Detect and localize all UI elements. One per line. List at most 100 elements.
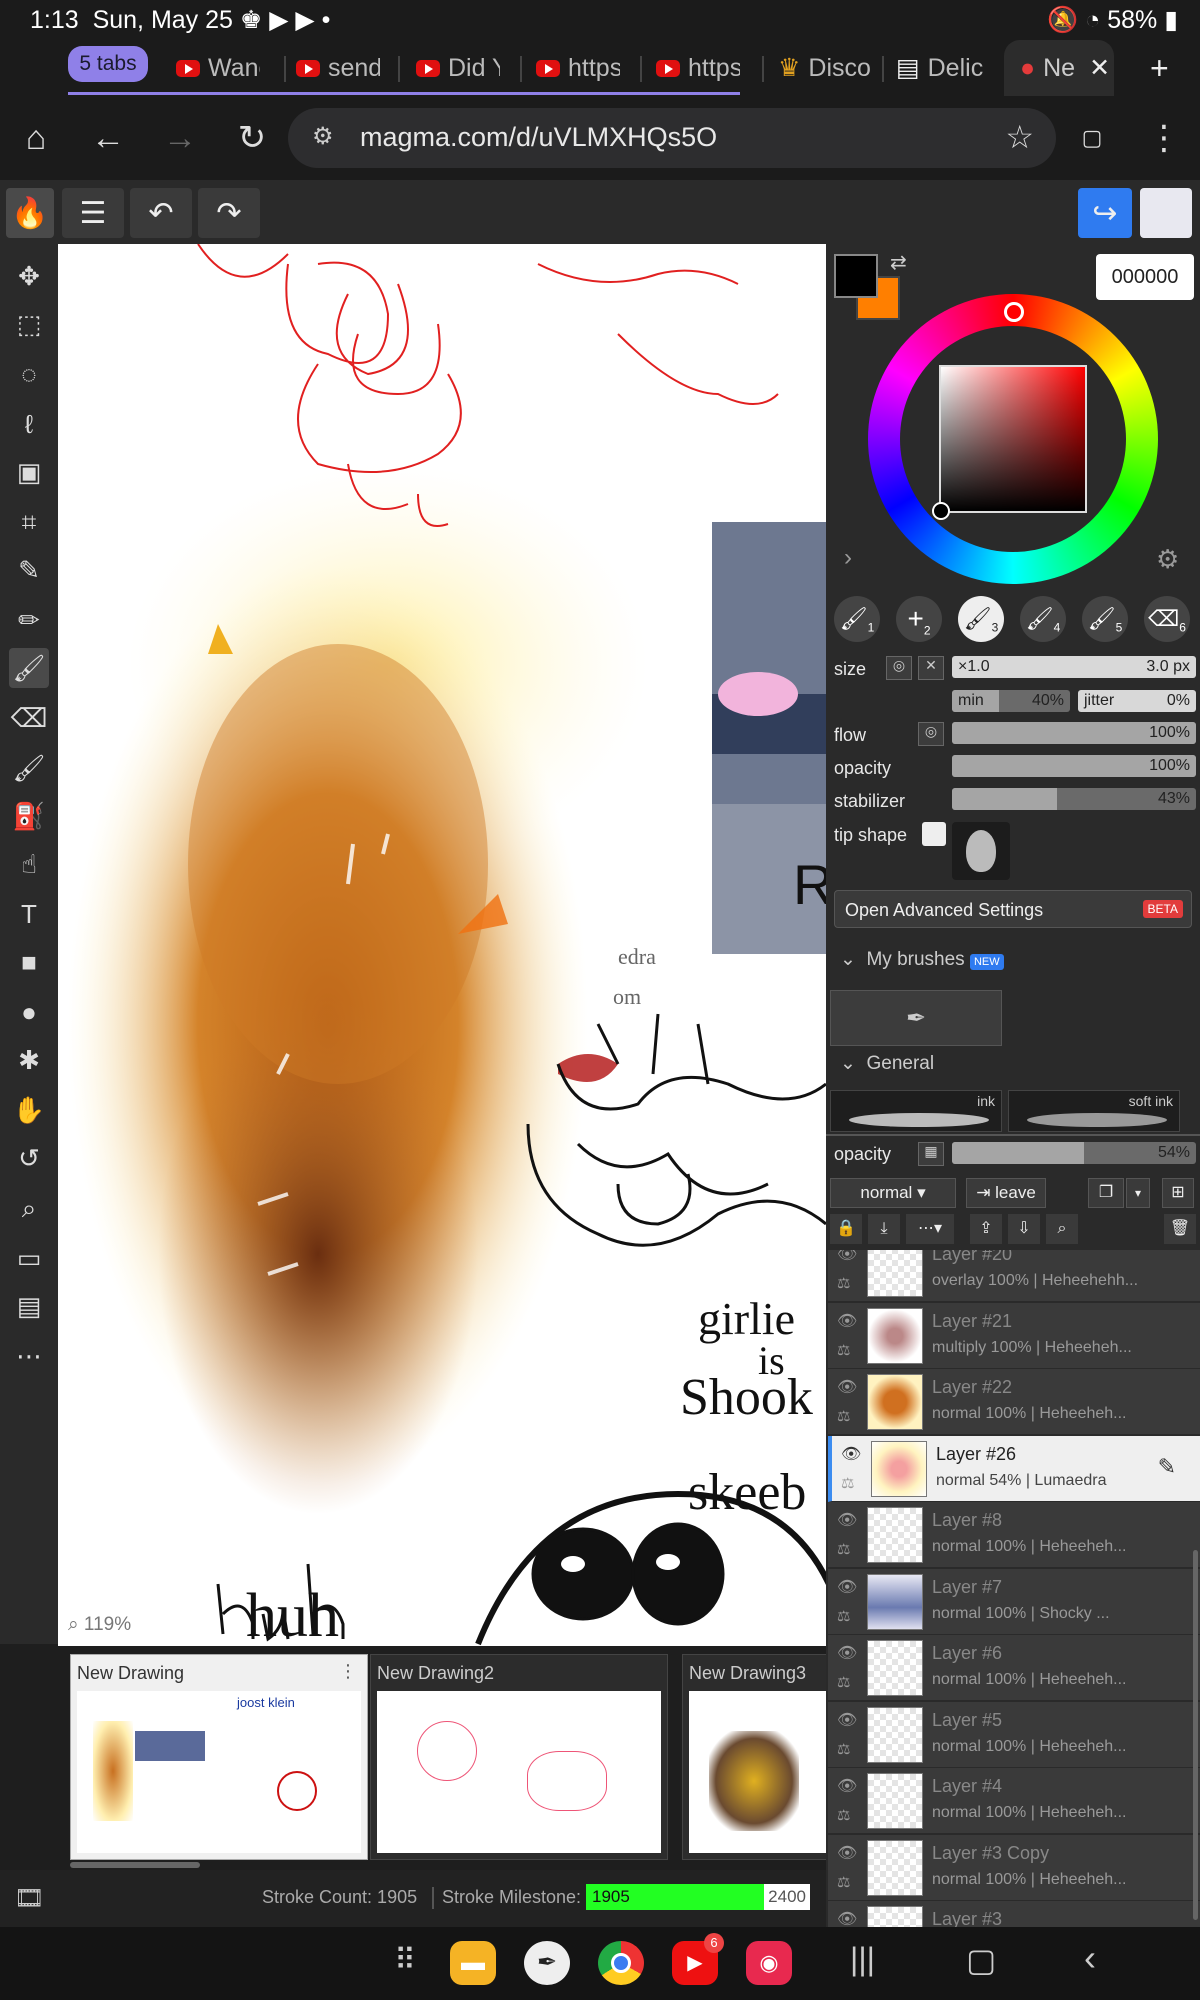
move-tool-icon[interactable]: ✥ [9, 256, 49, 296]
close-tab-icon[interactable]: ✕ [1089, 53, 1110, 83]
blend-mode-select[interactable]: normal ▾ [830, 1178, 956, 1208]
recents-icon[interactable]: ||| [850, 1941, 875, 1978]
layer-opacity-slider[interactable]: 54% [952, 1142, 1196, 1164]
site-settings-icon[interactable]: ⚙ [312, 122, 334, 151]
lock-icon[interactable]: 🔒 [830, 1214, 862, 1244]
size-close-icon[interactable]: ✕ [918, 656, 944, 680]
visibility-eye-icon[interactable]: 👁 [837, 1710, 857, 1730]
back-icon[interactable]: ← [88, 118, 128, 158]
brush-preset-3-active[interactable]: 🖌3 [958, 596, 1004, 642]
size-pressure-icon[interactable]: ◎ [886, 656, 912, 680]
layer-more-icon[interactable]: ⋯▾ [906, 1214, 954, 1244]
url-box[interactable]: ⚙ magma.com/d/uVLMXHQs5O ☆ [288, 108, 1056, 168]
edit-layer-icon[interactable]: ✎ [1158, 1454, 1176, 1480]
tab-7[interactable]: ▤ Delic [896, 48, 988, 88]
brush-preset-1[interactable]: 🖌1 [834, 596, 880, 642]
bookmark-star-icon[interactable]: ☆ [1005, 118, 1034, 156]
layer-row[interactable]: 👁 ⚖ Layer #5 normal 100% | Heheeheh... [828, 1701, 1200, 1768]
share-button[interactable]: ↪ [1078, 188, 1132, 238]
layer-search-icon[interactable]: ⌕ [1046, 1214, 1078, 1244]
merge-down-icon[interactable]: ⤓ [868, 1214, 900, 1244]
color-handle[interactable] [932, 502, 950, 520]
visibility-eye-icon[interactable]: 👁 [837, 1250, 857, 1264]
magma-logo-button[interactable]: 🔥 [6, 188, 54, 238]
size-slider[interactable]: ×1.0 3.0 px [952, 656, 1196, 678]
zoom-indicator[interactable]: ⌕ 119% [68, 1614, 131, 1636]
jitter-slider[interactable]: jitter 0% [1078, 690, 1196, 712]
camera-app-icon[interactable]: ◉ [746, 1941, 792, 1985]
layer-row[interactable]: 👁 ⚖ Layer #7 normal 100% | Shocky ... [828, 1568, 1200, 1635]
general-header[interactable]: ⌄ General [840, 1052, 934, 1075]
text-tool-icon[interactable]: T [9, 894, 49, 934]
zoom-icon[interactable]: ⌕ [9, 1188, 49, 1228]
eraser-icon[interactable]: ⌫ [9, 698, 49, 738]
tab-2[interactable]: send [296, 48, 380, 88]
feather-app-icon[interactable]: ✒ [524, 1941, 570, 1985]
brush-soft-ink[interactable]: soft ink [1008, 1090, 1180, 1132]
bucket-icon[interactable]: ⛽ [9, 796, 49, 836]
brush-ink[interactable]: ink [830, 1090, 1002, 1132]
drawing-canvas[interactable]: R edra om girlie is Shook skeeb huh ⌕ 11… [58, 244, 826, 1646]
tab-5[interactable]: https [656, 48, 740, 88]
visibility-eye-icon[interactable]: 👁 [837, 1643, 857, 1663]
advanced-settings-button[interactable]: Open Advanced Settings BETA [834, 890, 1192, 928]
eyedropper-icon[interactable]: ✎ [9, 550, 49, 590]
export-icon[interactable]: ⇩ [1008, 1214, 1040, 1244]
layer-row[interactable]: 👁 ⚖ Layer #26 normal 54% | Lumaedra ✎ [828, 1435, 1200, 1502]
ellipse-select-icon[interactable]: ◌ [9, 354, 49, 394]
lasso-icon[interactable]: ℓ [9, 404, 49, 444]
menu-button[interactable]: ☰ [62, 188, 124, 238]
primary-color-swatch[interactable] [834, 254, 878, 298]
gradient-icon[interactable]: ▤ [9, 1286, 49, 1326]
url-text[interactable]: magma.com/d/uVLMXHQs5O [360, 122, 717, 153]
alpha-lock-icon[interactable]: ▦ [918, 1142, 944, 1166]
doc-tab-1[interactable]: New Drawing ⋮ joost klein [70, 1654, 368, 1860]
flow-slider[interactable]: 100% [952, 722, 1196, 744]
reload-icon[interactable]: ↻ [232, 118, 272, 158]
rotate-icon[interactable]: ↺ [9, 1138, 49, 1178]
tab-1[interactable]: Wanc [176, 48, 260, 88]
home-nav-icon[interactable]: ▢ [966, 1941, 996, 1979]
pencil-icon[interactable]: ✏ [9, 600, 49, 640]
saturation-value-square[interactable] [939, 365, 1087, 513]
doc-strip-scrollbar[interactable] [70, 1862, 200, 1868]
tab-6[interactable]: ♛ Disco [778, 48, 874, 88]
leave-button[interactable]: ⇥ leave [966, 1178, 1046, 1208]
layer-row[interactable]: 👁 ⚖ Layer #3 Copy normal 100% | Heheeheh... [828, 1834, 1200, 1901]
swap-colors-icon[interactable]: ⇄ [890, 250, 907, 275]
tip-shape-preview[interactable] [952, 822, 1010, 880]
flow-pressure-icon[interactable]: ◎ [918, 722, 944, 746]
more-menu-icon[interactable]: ⋮ [1144, 118, 1184, 158]
files-app-icon[interactable]: ▬ [450, 1941, 496, 1985]
tab-4[interactable]: https [536, 48, 620, 88]
app-drawer-icon[interactable]: ⠿ [394, 1943, 416, 1978]
visibility-eye-icon[interactable]: 👁 [837, 1377, 857, 1397]
doc-menu-icon[interactable]: ⋮ [339, 1661, 357, 1682]
add-brush-button[interactable]: ✒ [830, 990, 1002, 1046]
tip-shape-checkbox[interactable] [922, 822, 946, 846]
layer-row[interactable]: 👁⚖Layer #3 [828, 1901, 1200, 1927]
transform-icon[interactable]: ▣ [9, 452, 49, 492]
delete-layer-icon[interactable]: 🗑 [1164, 1214, 1196, 1244]
layer-row[interactable]: 👁 ⚖ Layer #8 normal 100% | Heheeheh... [828, 1502, 1200, 1568]
tab-8-active[interactable]: ● Ne ✕ [1020, 48, 1110, 88]
hand-icon[interactable]: ✋ [9, 1090, 49, 1130]
brush-preset-5[interactable]: 🖌5 [1082, 596, 1128, 642]
layer-row[interactable]: 👁 ⚖ Layer #22 normal 100% | Heheeheh... [828, 1369, 1200, 1435]
more-tools-icon[interactable]: ⋯ [9, 1336, 49, 1376]
hex-input[interactable]: 000000 [1096, 254, 1194, 300]
rect-select-icon[interactable]: ⬚ [9, 304, 49, 344]
doc-tab-2[interactable]: New Drawing2 [370, 1654, 668, 1860]
paint-icon[interactable]: 🖌 [9, 748, 49, 788]
duplicate-layer-icon[interactable]: ❐ [1088, 1178, 1124, 1208]
brush-preset-4[interactable]: 🖌4 [1020, 596, 1066, 642]
new-tab-button[interactable]: + [1150, 48, 1190, 88]
visibility-eye-icon[interactable]: 👁 [837, 1311, 857, 1331]
crop-icon[interactable]: ⌗ [9, 502, 49, 542]
expand-chevron-icon[interactable]: › [844, 544, 852, 572]
stabilizer-slider[interactable]: 43% [952, 788, 1196, 810]
brush-preset-2[interactable]: +2 [896, 596, 942, 642]
undo-button[interactable]: ↶ [130, 188, 192, 238]
tab-count-button[interactable]: 5 tabs [68, 46, 148, 82]
opacity-slider[interactable]: 100% [952, 755, 1196, 777]
